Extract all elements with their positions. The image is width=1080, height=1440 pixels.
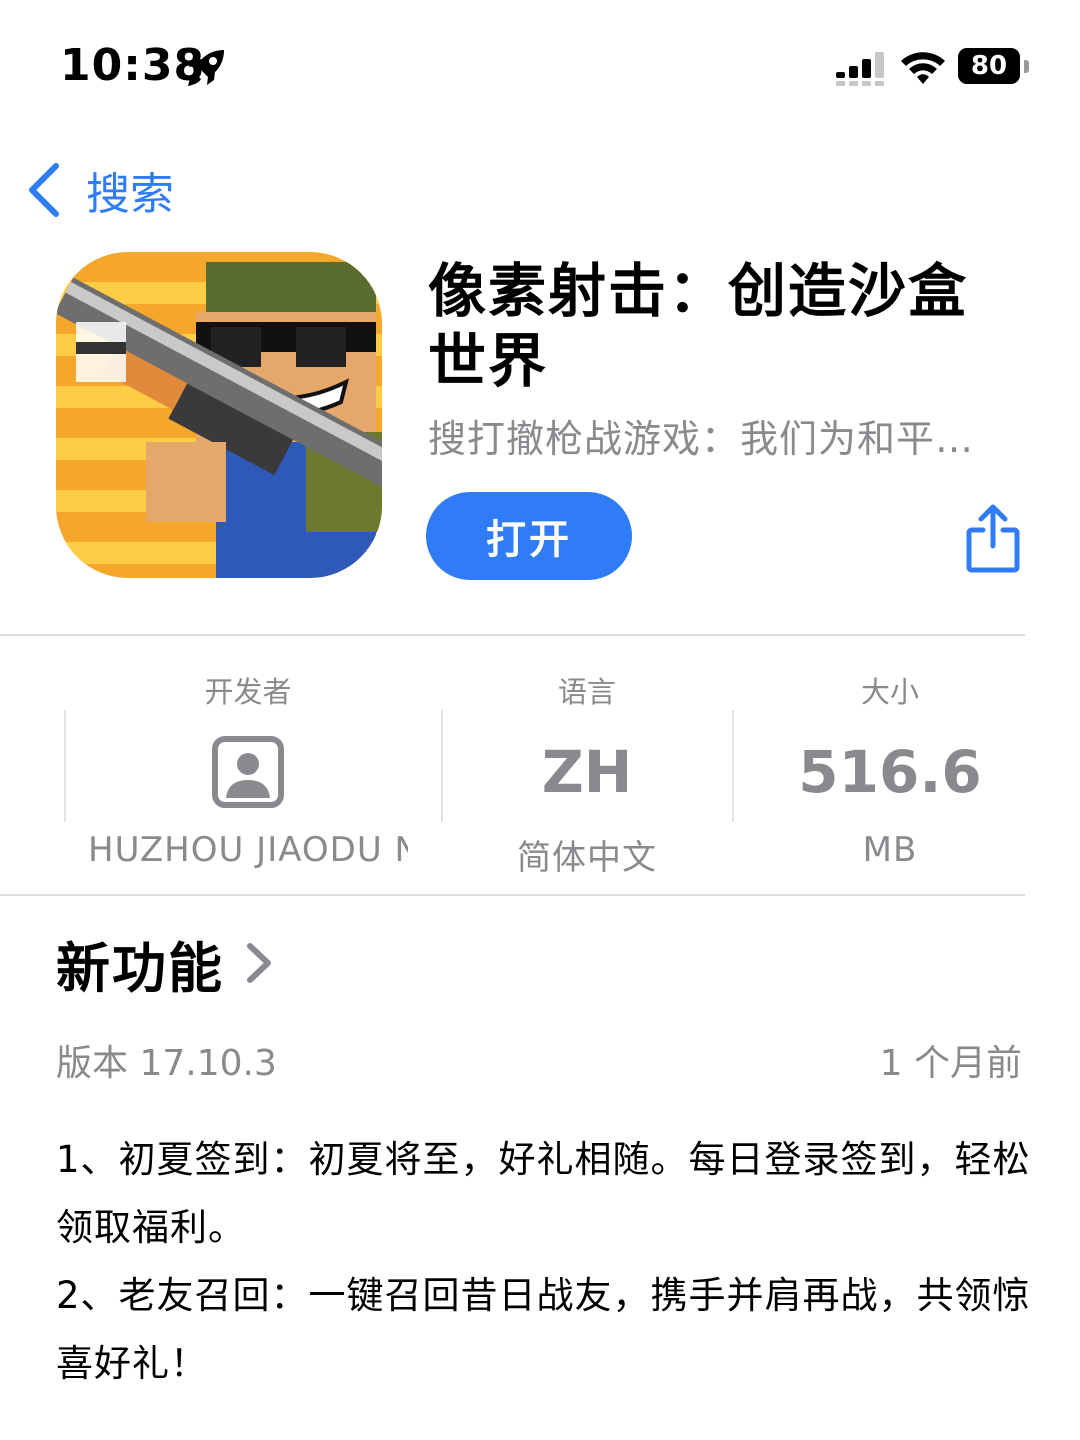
info-language-name: 简体中文	[517, 838, 657, 878]
info-size[interactable]: 大小 516.6 MB	[750, 672, 1030, 870]
info-developer[interactable]: 开发者 HUZHOU JIAODU N	[88, 672, 408, 870]
info-language[interactable]: 语言 ZH 简体中文	[450, 672, 724, 879]
app-icon-artwork	[56, 252, 382, 578]
chevron-left-icon	[29, 163, 59, 217]
status-bar: 10:38 80	[0, 0, 1080, 130]
wifi-icon	[901, 52, 945, 84]
info-size-header: 大小	[860, 675, 919, 709]
share-icon[interactable]	[966, 504, 1020, 574]
open-button[interactable]: 打开	[426, 492, 632, 580]
developer-person-icon	[212, 736, 284, 808]
rocket-icon	[188, 50, 224, 86]
chevron-right-icon	[247, 943, 271, 983]
info-language-header: 语言	[557, 675, 616, 709]
battery-level: 80	[958, 48, 1020, 84]
whats-new-header[interactable]: 新功能	[56, 926, 274, 1000]
info-developer-header: 开发者	[204, 675, 292, 709]
battery-tip	[1024, 60, 1029, 73]
info-separator-1	[64, 710, 66, 822]
divider-top	[0, 634, 1025, 636]
info-developer-name: HUZHOU JIAODU N	[88, 830, 408, 870]
back-label: 搜索	[86, 169, 174, 220]
app-title: 像素射击：创造沙盒世界	[428, 257, 969, 395]
cellular-signal-icon	[836, 52, 884, 86]
release-note-item: 1、初夏签到：初夏将至，好礼相随。每日登录签到，轻松领取福利。	[56, 1138, 1031, 1249]
app-subtitle: 搜打撤枪战游戏：我们为和平…	[428, 417, 975, 461]
app-icon	[56, 252, 382, 578]
divider-bottom	[0, 894, 1025, 896]
release-notes: 1、初夏签到：初夏将至，好礼相随。每日登录签到，轻松领取福利。 2、老友召回：一…	[56, 1126, 1036, 1398]
release-date: 1 个月前	[879, 1043, 1022, 1084]
info-size-value: 516.6	[798, 738, 982, 806]
battery-icon: 80	[958, 48, 1030, 86]
back-button[interactable]: 搜索	[24, 158, 174, 222]
info-separator-2	[441, 710, 443, 822]
whats-new-title: 新功能	[56, 936, 224, 1000]
version-label: 版本 17.10.3	[56, 1043, 277, 1084]
info-size-unit: MB	[862, 830, 918, 870]
info-language-code: ZH	[541, 738, 633, 806]
release-note-item: 2、老友召回：一键召回昔日战友，携手并肩再战，共领惊喜好礼！	[56, 1274, 1031, 1385]
info-separator-3	[732, 710, 734, 822]
